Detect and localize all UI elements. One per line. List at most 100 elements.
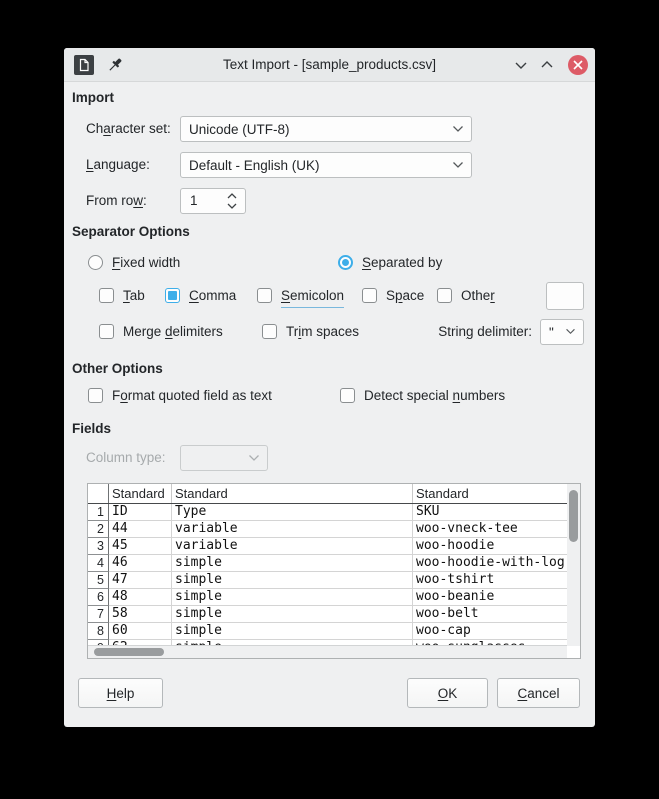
row-number: 6 [88,589,109,606]
separated-by-radio[interactable]: Separated by [338,255,442,270]
screen-background: Text Import - [sample_products.csv] Impo… [0,0,659,799]
semicolon-checkbox[interactable]: Semicolon [257,288,345,308]
table-cell: 48 [109,589,172,606]
checkbox-icon [262,324,277,339]
fields-section-title: Fields [72,421,112,436]
checkbox-icon [88,388,103,403]
table-cell: woo-tshirt [413,572,567,589]
space-checkbox[interactable]: Space [362,288,424,303]
horizontal-scrollbar[interactable] [88,645,567,658]
table-cell: simple [172,572,413,589]
import-section-title: Import [72,90,114,105]
other-checkbox[interactable]: Other [437,288,495,303]
table-row: 2 44 variable woo-vneck-tee [88,521,567,538]
row-number-header [88,484,109,503]
table-cell: 45 [109,538,172,555]
shade-chevron-down-icon[interactable] [513,58,529,72]
chevron-down-icon [453,126,463,132]
checkbox-icon [257,288,272,303]
separator-section-title: Separator Options [72,224,190,239]
table-cell: variable [172,521,413,538]
from-row-label: From row: [86,193,147,208]
row-number: 5 [88,572,109,589]
column-type-label: Column type: [86,450,166,465]
string-delimiter-select[interactable]: " [540,319,584,345]
other-separator-input[interactable] [546,282,584,310]
from-row-stepper[interactable]: 1 [180,188,246,214]
table-cell: simple [172,606,413,623]
tab-checkbox[interactable]: Tab [99,288,145,303]
table-cell: woo-beanie [413,589,567,606]
row-number: 4 [88,555,109,572]
trim-spaces-checkbox[interactable]: Trim spaces [262,324,359,339]
titlebar[interactable]: Text Import - [sample_products.csv] [64,48,595,82]
table-cell: 58 [109,606,172,623]
ok-button[interactable]: OK [407,678,488,708]
close-button[interactable] [568,55,588,75]
fixed-width-radio[interactable]: Fixed width [88,255,180,270]
vertical-scrollbar[interactable] [567,484,580,646]
from-row-value: 1 [190,193,198,208]
checkbox-icon [362,288,377,303]
row-number: 2 [88,521,109,538]
row-number: 3 [88,538,109,555]
row-number: 1 [88,504,109,521]
detect-special-numbers-checkbox[interactable]: Detect special numbers [340,388,505,403]
table-cell: woo-hoodie-with-log [413,555,567,572]
chevron-down-icon [249,455,259,461]
character-set-select[interactable]: Unicode (UTF-8) [180,116,472,142]
table-cell: woo-belt [413,606,567,623]
language-label: Language: [86,157,150,172]
character-set-label: Character set: [86,121,171,136]
merge-delimiters-checkbox[interactable]: Merge delimiters [99,324,223,339]
table-cell: ID [109,504,172,521]
stepper-arrows[interactable] [225,191,239,211]
chevron-down-icon [566,328,575,335]
column-header[interactable]: Standard [413,484,567,503]
row-number: 8 [88,623,109,640]
string-delimiter-label: String delimiter: [438,324,532,339]
table-row: 4 46 simple woo-hoodie-with-log [88,555,567,572]
checkbox-icon [437,288,452,303]
table-cell: 47 [109,572,172,589]
preview-table: Standard Standard Standard 1 ID Type SKU 2 44 va… [87,483,581,659]
row-number: 7 [88,606,109,623]
table-row: 7 58 simple woo-belt [88,606,567,623]
column-header[interactable]: Standard [109,484,172,503]
column-type-select [180,445,268,471]
table-cell: variable [172,538,413,555]
table-header-row: Standard Standard Standard [88,484,567,504]
table-cell: simple [172,589,413,606]
table-cell: Type [172,504,413,521]
table-cell: simple [172,555,413,572]
table-row: 8 60 simple woo-cap [88,623,567,640]
table-row: 6 48 simple woo-beanie [88,589,567,606]
format-quoted-checkbox[interactable]: Format quoted field as text [88,388,272,403]
table-row: 1 ID Type SKU [88,504,567,521]
checkbox-icon [99,324,114,339]
table-body: 1 ID Type SKU 2 44 variable woo-vneck-tee 3 45 var… [88,504,567,646]
table-cell: 46 [109,555,172,572]
other-options-section-title: Other Options [72,361,163,376]
text-import-dialog: Text Import - [sample_products.csv] Impo… [64,48,595,727]
chevron-down-icon [453,162,463,168]
help-button[interactable]: Help [78,678,163,708]
checkbox-icon [340,388,355,403]
unshade-chevron-up-icon[interactable] [539,58,555,72]
table-cell: 44 [109,521,172,538]
table-cell: woo-hoodie [413,538,567,555]
cancel-button[interactable]: Cancel [497,678,580,708]
language-select[interactable]: Default - English (UK) [180,152,472,178]
vertical-scrollbar-thumb[interactable] [569,490,578,542]
column-header[interactable]: Standard [172,484,413,503]
checkbox-icon [165,288,180,303]
preview-grid: Standard Standard Standard 1 ID Type SKU 2 44 va… [88,484,568,646]
horizontal-scrollbar-thumb[interactable] [94,648,164,656]
table-cell: SKU [413,504,567,521]
checkbox-icon [99,288,114,303]
comma-checkbox[interactable]: Comma [165,288,236,303]
table-cell: woo-cap [413,623,567,640]
table-cell: 60 [109,623,172,640]
radio-icon [338,255,353,270]
radio-icon [88,255,103,270]
